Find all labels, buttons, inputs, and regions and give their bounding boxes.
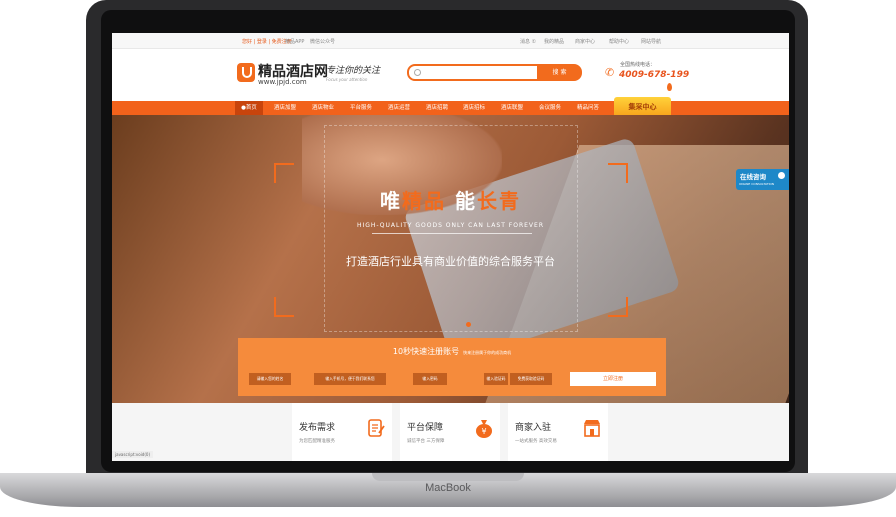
phone-label: 全国热线电话： bbox=[620, 62, 656, 68]
nav-item-operation[interactable]: 酒店运营 bbox=[388, 101, 410, 115]
phone-icon: ✆ bbox=[605, 66, 615, 79]
search-button[interactable]: 搜 索 bbox=[537, 64, 582, 81]
bracket-bottom-left bbox=[274, 297, 294, 317]
register-panel: 10秒快速注册账号 快来注册属于你的成功商机 请输入您的姓名 输入手机号，便于我们… bbox=[238, 338, 666, 396]
nav-item-qa[interactable]: 精品问答 bbox=[577, 101, 599, 115]
screen: 您好 | 登录 | 免费注册 精品APP 微信公众号 消息 ① 我的精品 商家中… bbox=[112, 33, 789, 461]
header: 精品酒店网 www.jpjd.com 专注你的关注 Focus your att… bbox=[112, 49, 789, 101]
service-desc: 诚信平台 三方保障 bbox=[407, 439, 445, 444]
nav-item-home[interactable]: ●首页 bbox=[235, 101, 263, 115]
nav-item-meeting[interactable]: 会议服务 bbox=[539, 101, 561, 115]
hero-divider bbox=[372, 233, 532, 234]
online-consult-subtitle: ONLINE CONSULTATION bbox=[739, 182, 775, 186]
wechat-link[interactable]: 微信公众号 bbox=[310, 38, 335, 45]
status-bar-url: javascript:void(0) bbox=[112, 451, 154, 458]
slogan-subtitle: Focus your attention bbox=[326, 77, 368, 82]
service-card-merchant[interactable]: 商家入驻 一站式服务 高效交易 bbox=[508, 403, 608, 461]
nav-item-platform[interactable]: 平台服务 bbox=[350, 101, 372, 115]
service-desc: 为您匹配精准服务 bbox=[299, 439, 335, 444]
money-bag-icon: ¥ bbox=[476, 420, 492, 438]
messages-link[interactable]: 消息 ① bbox=[520, 38, 536, 45]
get-code-button[interactable]: 免费获取验证码 bbox=[510, 373, 552, 385]
top-bar: 您好 | 登录 | 免费注册 精品APP 微信公众号 消息 ① 我的精品 商家中… bbox=[112, 33, 789, 49]
verify-code-field[interactable]: 输入验证码 bbox=[484, 373, 508, 385]
logo-icon[interactable] bbox=[237, 63, 255, 82]
nav-item-procurement[interactable]: 集采中心 bbox=[614, 97, 671, 117]
nav-item-franchise[interactable]: 酒店加盟 bbox=[274, 101, 296, 115]
carousel-dot[interactable] bbox=[466, 322, 471, 327]
service-title: 商家入驻 bbox=[515, 423, 552, 433]
search-icon bbox=[414, 69, 421, 76]
hero-title: 唯精品 能长青 bbox=[380, 189, 521, 213]
online-consult-button[interactable]: 在线咨询 ONLINE CONSULTATION bbox=[736, 169, 789, 190]
storefront-icon bbox=[584, 420, 600, 437]
bracket-top-left bbox=[274, 163, 294, 183]
search-input[interactable] bbox=[407, 64, 539, 81]
slogan: 专注你的关注 bbox=[326, 66, 381, 76]
nav-item-recruit[interactable]: 酒店招聘 bbox=[426, 101, 448, 115]
service-title: 发布需求 bbox=[299, 423, 336, 433]
register-button[interactable]: 立即注册 bbox=[570, 372, 656, 386]
services-section: 发布需求 为您匹配精准服务 平台保障 诚信平台 三方保障 ¥ 商家入驻 一站式服… bbox=[112, 403, 789, 461]
service-card-publish[interactable]: 发布需求 为您匹配精准服务 bbox=[292, 403, 392, 461]
service-title: 平台保障 bbox=[407, 423, 444, 433]
svg-text:¥: ¥ bbox=[481, 427, 486, 436]
site-nav-link[interactable]: 网站导航 bbox=[641, 38, 661, 45]
password-field[interactable]: 输入密码 bbox=[413, 373, 447, 385]
flame-icon bbox=[667, 83, 672, 91]
hero-description: 打造酒店行业具有商业价值的综合服务平台 bbox=[346, 255, 555, 268]
my-jingpin-link[interactable]: 我的精品 bbox=[544, 38, 564, 45]
macbook-label: MacBook bbox=[425, 482, 471, 494]
service-card-guarantee[interactable]: 平台保障 诚信平台 三方保障 ¥ bbox=[400, 403, 500, 461]
online-consult-title: 在线咨询 bbox=[740, 173, 766, 181]
main-nav: ●首页 酒店加盟 酒店物业 平台服务 酒店运营 酒店招聘 酒店招标 酒店联盟 会… bbox=[112, 101, 789, 115]
register-title: 10秒快速注册账号 快来注册属于你的成功商机 bbox=[392, 347, 512, 356]
laptop-notch bbox=[372, 473, 524, 481]
help-center-link[interactable]: 帮助中心 bbox=[609, 38, 629, 45]
bracket-bottom-right bbox=[608, 297, 628, 317]
nav-item-tender[interactable]: 酒店招标 bbox=[463, 101, 485, 115]
nav-item-alliance[interactable]: 酒店联盟 bbox=[501, 101, 523, 115]
nav-item-property[interactable]: 酒店物业 bbox=[312, 101, 334, 115]
app-link[interactable]: 精品APP bbox=[285, 38, 304, 45]
chat-icon bbox=[778, 172, 785, 179]
merchant-center-link[interactable]: 商家中心 bbox=[575, 38, 595, 45]
name-field[interactable]: 请输入您的姓名 bbox=[249, 373, 291, 385]
hero-subtitle: HIGH-QUALITY GOODS ONLY CAN LAST FOREVER bbox=[356, 222, 544, 229]
service-desc: 一站式服务 高效交易 bbox=[515, 439, 557, 444]
phone-field[interactable]: 输入手机号，便于我们联系您 bbox=[314, 373, 386, 385]
logo-url: www.jpjd.com bbox=[258, 78, 307, 86]
document-edit-icon bbox=[368, 419, 385, 437]
phone-number: 4009-678-199 bbox=[619, 70, 690, 80]
bracket-top-right bbox=[608, 163, 628, 183]
